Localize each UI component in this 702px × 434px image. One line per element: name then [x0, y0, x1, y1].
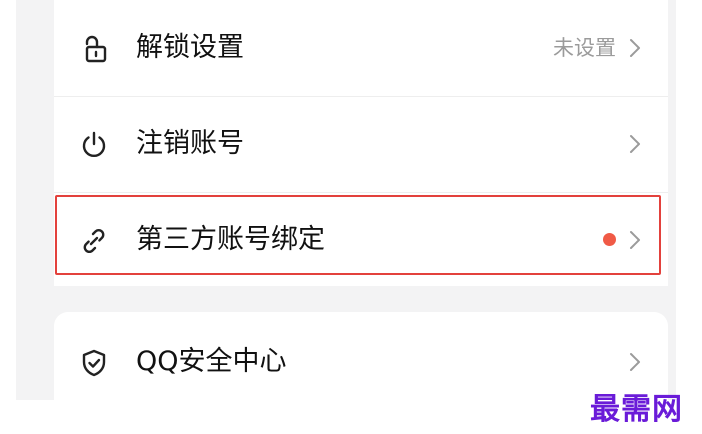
cancel-account-row[interactable]: 注销账号: [54, 96, 668, 192]
cancel-account-label: 注销账号: [136, 128, 244, 159]
chevron-right-icon: [628, 37, 642, 59]
qq-security-center-row[interactable]: QQ安全中心: [54, 314, 668, 410]
qq-security-center-label: QQ安全中心: [136, 346, 287, 377]
watermark-logo: 最需网: [590, 392, 683, 427]
chevron-right-icon: [628, 133, 642, 155]
unlock-settings-row[interactable]: 解锁设置 未设置: [54, 0, 668, 96]
chevron-right-icon: [628, 351, 642, 373]
highlight-box: [55, 195, 661, 275]
shield-check-icon: [78, 347, 110, 379]
unlock-settings-status: 未设置: [553, 36, 616, 60]
power-icon: [78, 129, 110, 161]
security-card: QQ安全中心: [54, 312, 668, 412]
unlock-settings-label: 解锁设置: [136, 32, 244, 63]
settings-page: 解锁设置 未设置 注销账号 第三方账号绑定 QQ安全中心: [16, 0, 676, 412]
unlock-icon: [78, 33, 110, 65]
